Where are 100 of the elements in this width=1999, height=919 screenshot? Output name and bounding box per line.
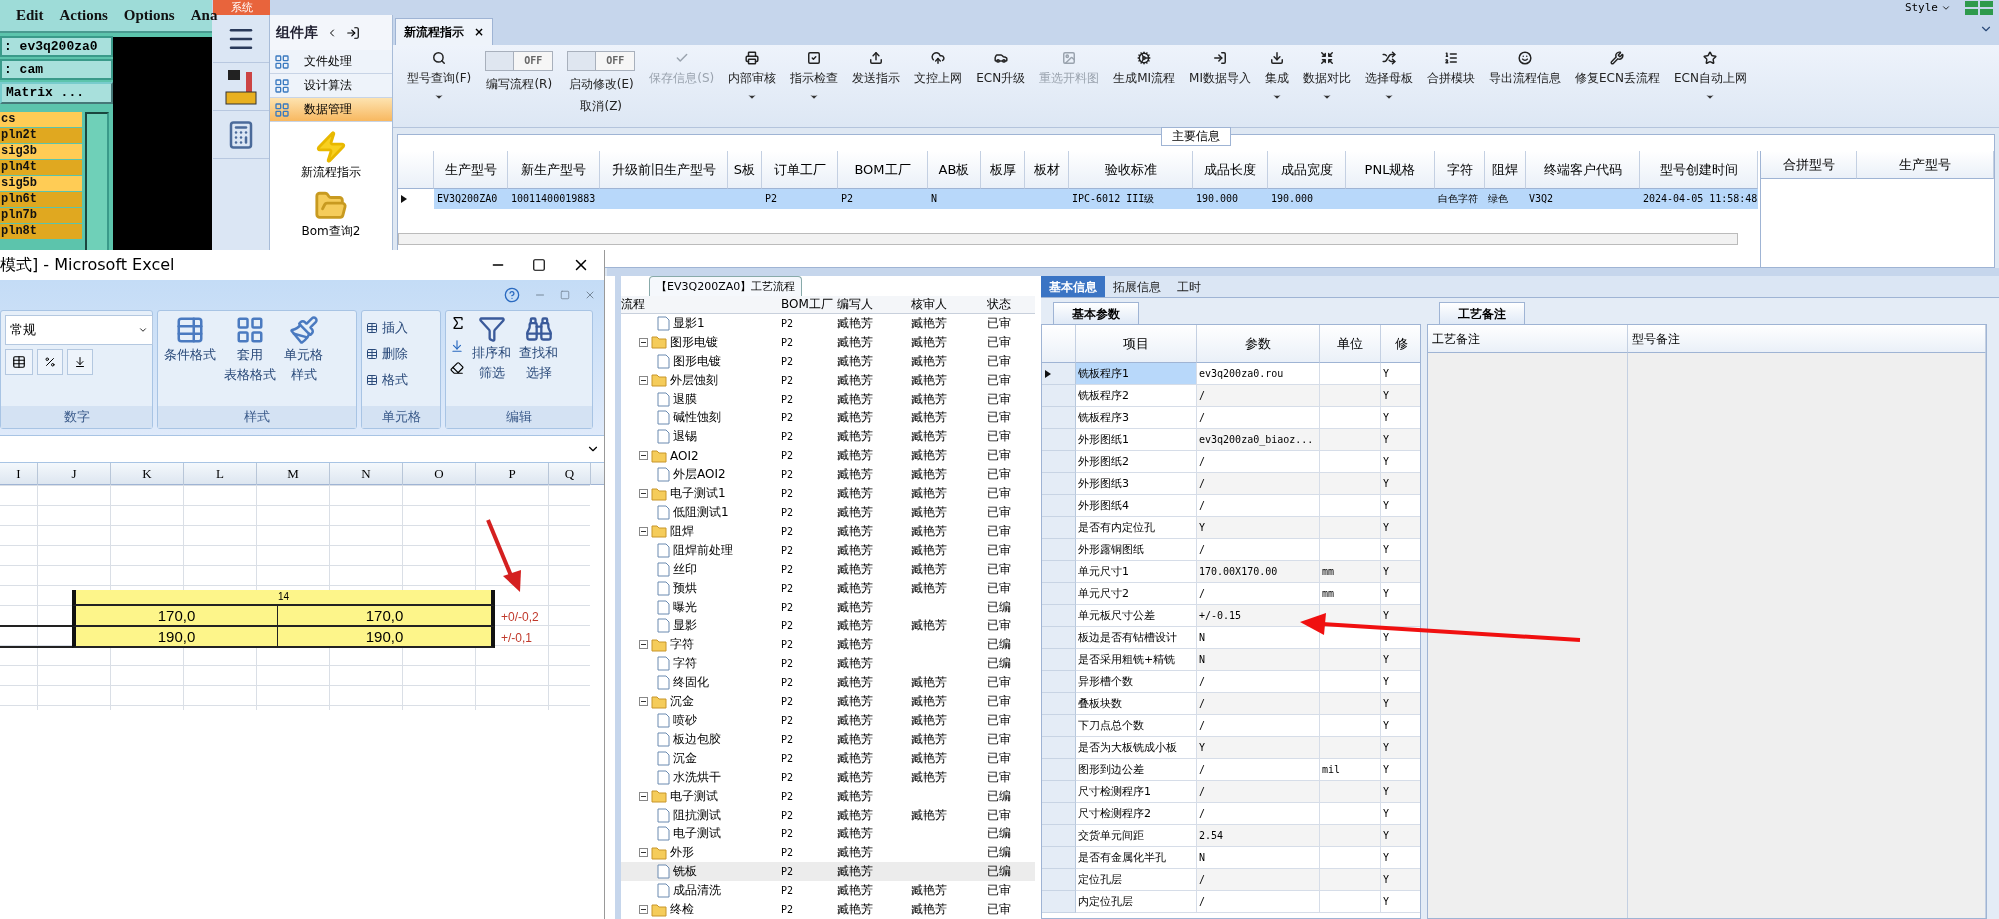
ribbon-button[interactable]: 条件格式 bbox=[162, 315, 218, 402]
ribbon-button[interactable]: 单元格 样式 bbox=[282, 315, 325, 402]
collapse-icon[interactable] bbox=[639, 375, 648, 385]
toolbar-label[interactable]: 取消(Z) bbox=[580, 98, 623, 115]
column-header[interactable]: P bbox=[476, 463, 549, 485]
column-header[interactable]: 成品长度 bbox=[1193, 151, 1268, 189]
fill-icon[interactable] bbox=[450, 339, 464, 353]
nav-item[interactable]: 数据管理 bbox=[270, 98, 392, 122]
layer-item[interactable]: pln7b bbox=[0, 208, 82, 223]
column-header[interactable]: 升级前旧生产型号 bbox=[600, 151, 728, 189]
toolbar-button[interactable]: 导出流程信息 bbox=[1483, 49, 1567, 89]
percent-button[interactable] bbox=[37, 349, 63, 375]
column-header[interactable]: 参数 bbox=[1197, 325, 1320, 363]
column-header[interactable]: J bbox=[38, 463, 111, 485]
tile-label[interactable]: Bom查询2 bbox=[301, 223, 361, 240]
tile-label[interactable]: 新流程指示 bbox=[301, 164, 361, 181]
sum-icon[interactable] bbox=[450, 315, 466, 331]
column-header[interactable]: BOM工厂 bbox=[781, 296, 837, 313]
column-header[interactable]: 终端客户代码 bbox=[1526, 151, 1640, 189]
toggle-switch[interactable]: OFF bbox=[485, 51, 554, 71]
column-header[interactable]: S板 bbox=[728, 151, 762, 189]
eraser-icon[interactable] bbox=[450, 361, 464, 375]
column-header[interactable]: 项目 bbox=[1076, 325, 1197, 363]
toolbar-button[interactable]: 指示检查 bbox=[784, 49, 845, 104]
currency-button[interactable] bbox=[5, 349, 33, 375]
toolbar-button[interactable]: ECN升级 bbox=[970, 49, 1032, 89]
help-icon[interactable] bbox=[504, 287, 520, 303]
collapse-icon[interactable] bbox=[639, 640, 648, 650]
document-tab[interactable]: 新流程指示 × bbox=[395, 18, 494, 45]
column-header[interactable]: Q bbox=[549, 463, 591, 485]
decimal-button[interactable] bbox=[67, 349, 93, 375]
toolbar-button[interactable]: 内部审核 bbox=[722, 49, 783, 104]
column-header[interactable]: 核审人 bbox=[911, 296, 987, 313]
layer-item[interactable]: pln6t bbox=[0, 192, 82, 207]
nav-item[interactable]: 设计算法 bbox=[270, 74, 392, 98]
column-header[interactable]: N bbox=[330, 463, 403, 485]
column-header[interactable]: 验收标准 bbox=[1069, 151, 1193, 189]
style-menu[interactable]: Style bbox=[1904, 1, 1951, 14]
notes-tab[interactable]: 工艺备注 bbox=[1439, 302, 1525, 324]
ribbon-button[interactable]: 套用 表格格式 bbox=[222, 315, 278, 402]
nav-item[interactable]: 文件处理 bbox=[270, 50, 392, 74]
column-header[interactable]: 合拼型号 bbox=[1761, 151, 1857, 179]
layer-item[interactable]: pln4t bbox=[0, 160, 82, 175]
column-header[interactable]: 型号备注 bbox=[1628, 325, 1986, 353]
matrix-button[interactable]: Matrix ... bbox=[0, 82, 113, 104]
toolbar-button[interactable]: 合拼模块 bbox=[1421, 49, 1481, 89]
job-field[interactable]: : ev3q200za0 bbox=[0, 36, 113, 57]
toolbar-button[interactable]: 文控上网 bbox=[908, 49, 969, 89]
column-header[interactable]: 板厚 bbox=[981, 151, 1025, 189]
menu-item[interactable]: Edit bbox=[16, 7, 44, 24]
collapse-icon[interactable] bbox=[639, 905, 648, 915]
column-header[interactable]: 生产型号 bbox=[434, 151, 508, 189]
column-header[interactable]: 字符 bbox=[1435, 151, 1485, 189]
factory-logo-icon[interactable] bbox=[224, 67, 258, 106]
ribbon-button[interactable]: 删除 bbox=[366, 341, 436, 367]
layer-item[interactable]: pln8t bbox=[0, 224, 82, 239]
column-header[interactable]: 状态 bbox=[987, 296, 1024, 313]
toolbar-button[interactable]: 生成MI流程 bbox=[1107, 49, 1182, 89]
params-tab[interactable]: 基本参数 bbox=[1053, 302, 1139, 324]
pin-icon[interactable] bbox=[346, 25, 360, 40]
detail-tab[interactable]: 基本信息 bbox=[1041, 276, 1105, 297]
step-field[interactable]: : cam bbox=[0, 59, 113, 80]
toolbar-button[interactable]: MI数据导入 bbox=[1183, 49, 1257, 89]
column-header[interactable]: 型号创建时间 bbox=[1640, 151, 1758, 189]
column-header[interactable]: M bbox=[257, 463, 330, 485]
column-header[interactable]: 订单工厂 bbox=[762, 151, 838, 189]
panel-tab[interactable]: 【EV3Q200ZA0】工艺流程 bbox=[649, 276, 803, 296]
menu-item[interactable]: Options bbox=[123, 7, 175, 24]
menu-item[interactable]: Actions bbox=[59, 7, 108, 24]
ribbon-button[interactable]: 排序和 筛选 bbox=[470, 315, 513, 402]
row-header[interactable] bbox=[1042, 363, 1076, 385]
ribbon-button[interactable]: 插入 bbox=[366, 315, 436, 341]
toolbar-button[interactable]: 数据对比 bbox=[1297, 49, 1357, 104]
column-header[interactable]: 新生产型号 bbox=[508, 151, 600, 189]
ribbon-button[interactable]: 格式 bbox=[366, 367, 436, 393]
detail-tab[interactable]: 工时 bbox=[1169, 276, 1209, 297]
toolbar-label[interactable]: 启动修改(E) bbox=[568, 76, 634, 93]
layer-item[interactable]: pln2t bbox=[0, 128, 82, 143]
collapse-icon[interactable] bbox=[639, 848, 648, 858]
column-header[interactable]: AB板 bbox=[928, 151, 981, 189]
toolbar-button[interactable]: 集成 bbox=[1259, 49, 1295, 104]
collapse-icon[interactable] bbox=[639, 697, 648, 707]
toolbar-label[interactable]: 编写流程(R) bbox=[486, 76, 553, 93]
number-format-field[interactable]: 常规 bbox=[5, 315, 153, 345]
toolbar-button[interactable]: 修复ECN丢流程 bbox=[1569, 49, 1666, 89]
collapse-icon[interactable] bbox=[639, 526, 648, 536]
layer-item[interactable]: cs bbox=[0, 112, 82, 127]
toolbar-button[interactable]: 发送指示 bbox=[846, 49, 907, 89]
column-header[interactable]: 单位 bbox=[1320, 325, 1381, 363]
column-header[interactable]: L bbox=[184, 463, 257, 485]
column-header[interactable]: 板材 bbox=[1025, 151, 1069, 189]
detail-tab[interactable]: 拓展信息 bbox=[1105, 276, 1169, 297]
column-header[interactable]: 成品宽度 bbox=[1268, 151, 1346, 189]
column-header[interactable]: BOM工厂 bbox=[838, 151, 928, 189]
collapse-icon[interactable] bbox=[639, 451, 648, 461]
collapse-icon[interactable] bbox=[639, 489, 648, 499]
column-header[interactable]: 工艺备注 bbox=[1428, 325, 1628, 353]
toggle-switch[interactable]: OFF bbox=[567, 51, 636, 71]
column-header[interactable]: 生产型号 bbox=[1857, 151, 1994, 179]
horizontal-scrollbar[interactable] bbox=[398, 233, 1738, 245]
